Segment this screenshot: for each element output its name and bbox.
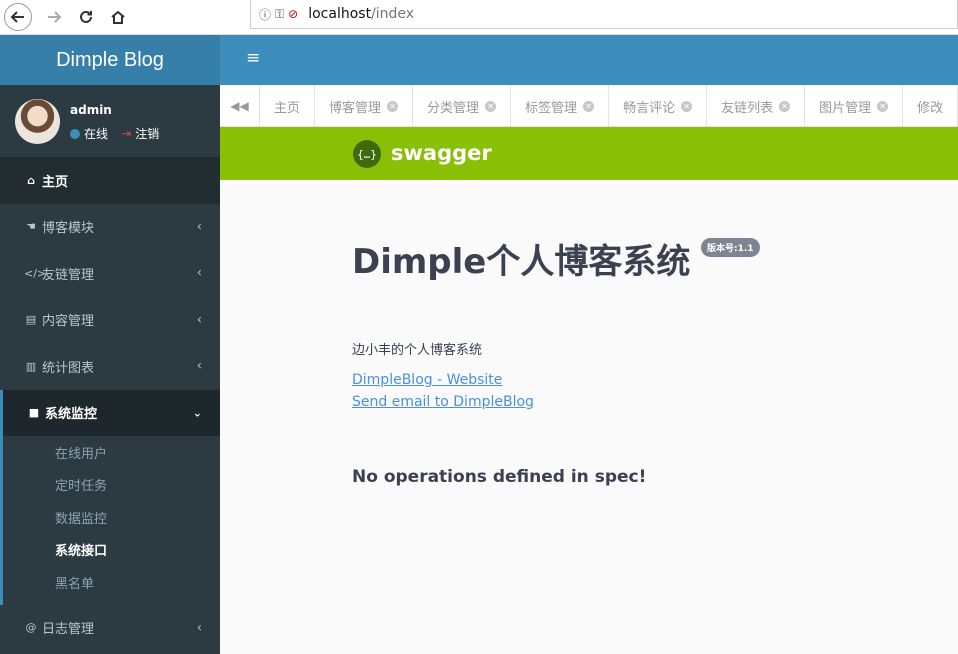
online-status: 在线 [84,127,109,141]
archive-icon: ▤ [25,313,37,327]
sidebar-item-blog[interactable]: ☚ 博客模块 ‹ [0,204,220,251]
tab-label: 图片管理 [819,100,872,116]
tab-label: 分类管理 [427,100,480,116]
version-badge: 版本号:1.1 [701,238,760,257]
chevron-down-icon: ⌄ [192,406,202,420]
tab-blog-manage[interactable]: 博客管理 ✕ [315,85,414,126]
tab-label: 博客管理 [329,100,382,116]
user-panel: admin 在线 ⇥ 注销 [0,85,220,157]
sidebar-item-label: 友链管理 [42,267,95,283]
url-path: /index [371,6,415,22]
tab-label: 畅言评论 [623,100,676,116]
home-button[interactable] [104,3,132,31]
tab-home[interactable]: 主页 [260,85,316,126]
tab-modify[interactable]: 修改 [903,85,958,126]
tab-scroll-left-button[interactable]: ◀◀ [220,85,260,126]
swagger-logo-icon[interactable]: {…} [353,140,381,168]
double-chevron-left-icon: ◀◀ [230,98,249,113]
chevron-left-icon: ‹ [196,219,202,235]
user-status: 在线 ⇥ 注销 [70,125,159,142]
close-icon[interactable]: ✕ [681,100,693,112]
close-icon[interactable]: ✕ [583,100,595,112]
url-host: localhost [308,6,372,22]
sidebar-item-label: 系统监控 [45,407,98,423]
reload-icon [80,10,92,23]
no-operations-message: No operations defined in spec! [352,467,647,487]
sidebar-group-monitor: ■ 系统监控 ⌄ 在线用户 定时任务 数据监控 系统接口 黑名单 [0,389,220,605]
sidebar-item-logs[interactable]: @ 日志管理 ‹ [0,605,220,652]
swagger-topbar: {…} swagger [220,127,958,180]
sub-menu: 在线用户 定时任务 数据监控 系统接口 黑名单 [3,436,220,605]
chevron-left-icon: ‹ [196,265,202,281]
website-link[interactable]: DimpleBlog - Website [352,372,502,388]
chevron-left-icon: ‹ [196,312,202,328]
sidebar-item-label: 日志管理 [42,622,95,638]
tab-label: 标签管理 [525,100,578,116]
user-name: admin [70,103,112,117]
back-button[interactable] [4,3,32,31]
sidebar-item-content[interactable]: ▤ 内容管理 ‹ [0,297,220,344]
menu-toggle-icon[interactable]: ≡ [246,50,260,67]
logout-link[interactable]: 注销 [135,125,159,142]
email-link[interactable]: Send email to DimpleBlog [352,394,534,410]
swagger-content: {…} swagger Dimple个人博客系统 版本号:1.1 边小丰的个人博… [220,127,958,654]
sidebar-item-label: 博客模块 [42,221,95,237]
sub-item-blacklist[interactable]: 黑名单 [3,566,220,599]
tab-category-manage[interactable]: 分类管理 ✕ [413,85,512,126]
forward-button[interactable] [40,3,68,31]
tab-label: 主页 [274,100,301,116]
close-icon[interactable]: ✕ [877,100,889,112]
browser-toolbar: ⓘ ⚿ ⊘ localhost/index [0,0,958,35]
logout-icon[interactable]: ⇥ [122,127,131,140]
home-icon [111,10,125,24]
sidebar-item-monitor[interactable]: ■ 系统监控 ⌄ [3,390,220,437]
bar-chart-icon: ▥ [25,359,37,373]
sub-item-system-api[interactable]: 系统接口 [3,534,220,567]
sidebar-item-links[interactable]: </> 友链管理 ‹ [0,250,220,297]
address-bar[interactable]: ⓘ ⚿ ⊘ localhost/index [250,0,958,29]
tab-label: 修改 [917,100,944,116]
key-icon[interactable]: ⚿ [275,7,284,22]
online-dot-icon [70,128,80,139]
sidebar-item-home[interactable]: ⌂ 主页 [0,157,220,204]
avatar [15,99,60,144]
tab-image-manage[interactable]: 图片管理 ✕ [805,85,904,126]
home-icon: ⌂ [27,173,35,187]
arrow-left-icon [10,11,24,23]
api-title: Dimple个人博客系统 [352,242,691,282]
sidebar: Dimple Blog admin 在线 ⇥ 注销 ⌂ 主页 ☚ 博客模块 ‹ … [0,35,220,654]
tab-label: 友链列表 [721,100,774,116]
swagger-brand[interactable]: swagger [391,141,492,165]
api-description: 边小丰的个人博客系统 [352,343,483,358]
sub-item-scheduled-tasks[interactable]: 定时任务 [3,469,220,502]
arrow-right-icon [48,11,62,23]
sidebar-item-label: 统计图表 [42,360,95,376]
chevron-left-icon: ‹ [196,358,202,374]
video-camera-icon: ■ [28,406,40,420]
close-icon[interactable]: ✕ [779,100,791,112]
reload-button[interactable] [72,3,100,31]
sub-item-online-users[interactable]: 在线用户 [3,436,220,469]
tab-comments[interactable]: 畅言评论 ✕ [609,85,708,126]
close-icon[interactable]: ✕ [485,100,497,112]
sidebar-menu: ⌂ 主页 ☚ 博客模块 ‹ </> 友链管理 ‹ ▤ 内容管理 ‹ ▥ 统计图表… [0,157,220,651]
close-icon[interactable]: ✕ [387,100,399,112]
brand-logo[interactable]: Dimple Blog [0,35,220,85]
code-icon: </> [24,266,47,280]
tab-link-list[interactable]: 友链列表 ✕ [707,85,806,126]
insecure-lock-icon[interactable]: ⊘ [288,7,298,21]
sidebar-item-charts[interactable]: ▥ 统计图表 ‹ [0,343,220,390]
hand-icon: ☚ [26,220,36,234]
sidebar-item-label: 内容管理 [42,314,95,330]
chevron-left-icon: ‹ [196,620,202,636]
sub-item-data-monitor[interactable]: 数据监控 [3,501,220,534]
at-icon: @ [25,621,37,635]
page-tabs: ◀◀ 主页 博客管理 ✕ 分类管理 ✕ 标签管理 ✕ 畅言评论 ✕ 友链列表 ✕ 图片管理… [220,85,958,127]
top-header: ≡ [220,35,958,85]
info-icon[interactable]: ⓘ [259,6,271,23]
tab-tag-manage[interactable]: 标签管理 ✕ [511,85,610,126]
sidebar-item-label: 主页 [42,174,69,190]
